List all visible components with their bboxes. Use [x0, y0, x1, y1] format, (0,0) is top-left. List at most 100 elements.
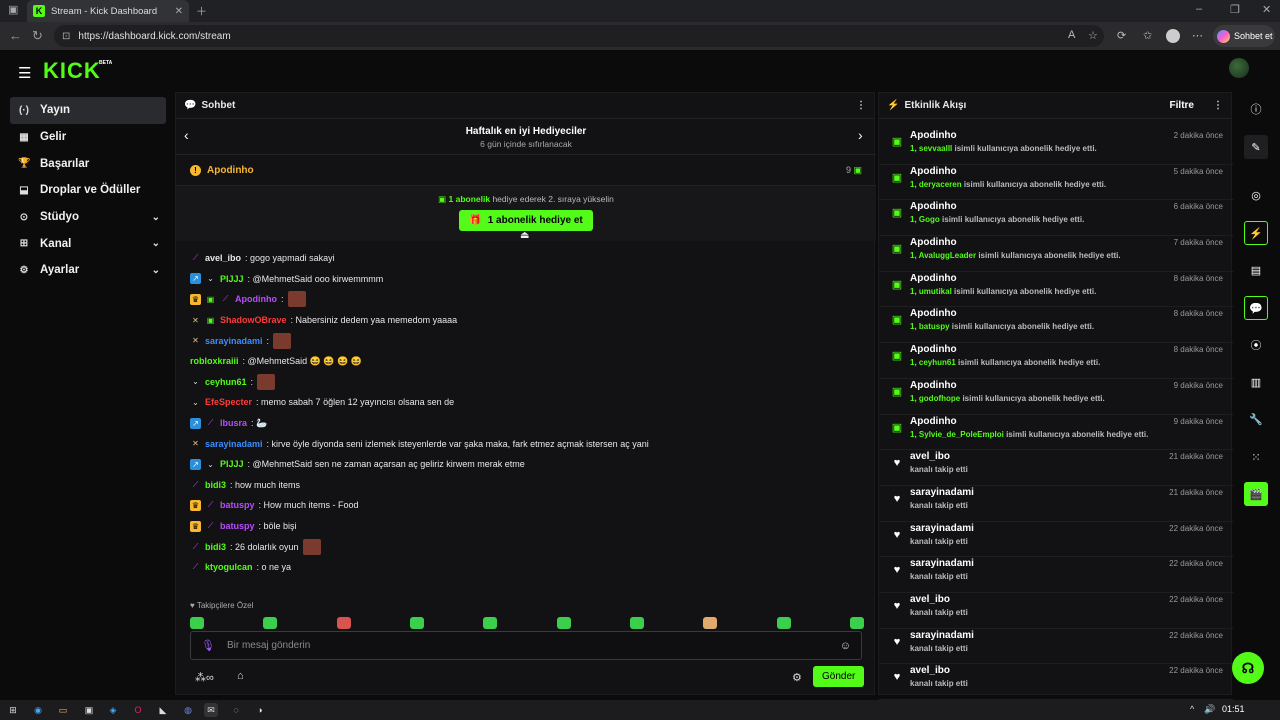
- chat-username[interactable]: lbusra: [220, 418, 247, 428]
- obs-icon[interactable]: ◌: [229, 703, 243, 717]
- emote-button[interactable]: [556, 617, 571, 629]
- close-window-icon[interactable]: ✕: [1262, 3, 1271, 16]
- activity-username[interactable]: Apodinho: [910, 130, 957, 141]
- read-aloud-icon[interactable]: A: [1068, 29, 1075, 41]
- activity-username[interactable]: avel_ibo: [910, 594, 950, 605]
- volume-icon[interactable]: 🔊: [1204, 704, 1215, 715]
- activity-username[interactable]: Apodinho: [910, 344, 957, 355]
- chat-toggle-icon[interactable]: 💬: [1244, 296, 1268, 320]
- sidebar-item-ayarlar[interactable]: ⚙ Ayarlar ⌄: [10, 257, 166, 284]
- activity-username[interactable]: Apodinho: [910, 201, 957, 212]
- activity-username[interactable]: avel_ibo: [910, 665, 950, 676]
- emote-button[interactable]: [409, 617, 424, 629]
- new-tab-icon[interactable]: ＋: [196, 3, 207, 19]
- avatar[interactable]: [1229, 58, 1249, 78]
- more-icon[interactable]: ⋯: [1192, 29, 1203, 42]
- activity-username[interactable]: Apodinho: [910, 166, 957, 177]
- windows-start-icon[interactable]: ⊞: [6, 703, 20, 717]
- url-field[interactable]: ⊡ https://dashboard.kick.com/stream: [54, 25, 1104, 47]
- chat-username[interactable]: ktyogulcan: [205, 562, 253, 572]
- emoji-icon[interactable]: ☺: [840, 640, 851, 652]
- emote-button[interactable]: [849, 617, 864, 629]
- sidebar-item-stüdyo[interactable]: ⊙ Stüdyo ⌄: [10, 204, 166, 231]
- menu-icon[interactable]: ☰: [18, 64, 31, 82]
- edit-icon[interactable]: ✎: [1244, 135, 1268, 159]
- tray-chevron-icon[interactable]: ^: [1190, 704, 1194, 714]
- copilot-button[interactable]: Sohbet et: [1213, 25, 1275, 47]
- top-gifter-name[interactable]: Apodinho: [207, 165, 254, 176]
- chat-input[interactable]: 🎙 Bir mesaj gönderin ☺: [190, 631, 862, 660]
- chat-username[interactable]: PIJJJ: [220, 459, 244, 469]
- help-headset-icon[interactable]: ☊: [1232, 652, 1264, 684]
- wrench-icon[interactable]: 🔧: [1244, 407, 1268, 431]
- chevron-down-icon[interactable]: ⌄: [152, 212, 160, 223]
- activity-username[interactable]: avel_ibo: [910, 451, 950, 462]
- chat-username[interactable]: batuspy: [220, 521, 255, 531]
- emote-button[interactable]: [263, 617, 278, 629]
- tab-actions-icon[interactable]: ▣: [8, 3, 18, 16]
- minimize-icon[interactable]: –: [1196, 3, 1202, 15]
- chat-username[interactable]: bidi3: [205, 542, 226, 552]
- chat-username[interactable]: Apodinho: [235, 294, 277, 304]
- store-app-icon[interactable]: ◈: [106, 703, 120, 717]
- clapper-icon[interactable]: 🎬: [1244, 482, 1268, 506]
- activity-bolt-icon[interactable]: ⚡: [1244, 221, 1268, 245]
- chat-username[interactable]: ShadowOBrave: [220, 315, 287, 325]
- browser-tab[interactable]: K Stream - Kick Dashboard ✕: [27, 0, 189, 22]
- activity-username[interactable]: Apodinho: [910, 416, 957, 427]
- discord-icon[interactable]: ◍: [181, 703, 195, 717]
- favorites-icon[interactable]: ✩: [1143, 29, 1152, 42]
- terminal-icon[interactable]: ▣: [82, 703, 96, 717]
- sidebar-item-yayın[interactable]: (·) Yayın: [10, 97, 166, 124]
- activity-username[interactable]: sarayinadami: [910, 558, 974, 569]
- favorite-star-icon[interactable]: ☆: [1088, 29, 1098, 42]
- layout-icon[interactable]: ▥: [1244, 370, 1268, 394]
- prev-arrow-icon[interactable]: ‹: [184, 127, 189, 143]
- activity-username[interactable]: Apodinho: [910, 273, 957, 284]
- chat-username[interactable]: EfeSpecter: [205, 397, 252, 407]
- emote-button[interactable]: [703, 617, 718, 629]
- extensions-icon[interactable]: ⟳: [1117, 29, 1126, 42]
- vscode-icon[interactable]: ◣: [156, 703, 170, 717]
- chat-settings-users-icon[interactable]: ⁂∞: [195, 671, 214, 684]
- site-info-icon[interactable]: ⊡: [62, 31, 70, 42]
- info-icon[interactable]: ⓘ: [1244, 97, 1268, 121]
- close-tab-icon[interactable]: ✕: [175, 6, 183, 17]
- sidebar-item-gelir[interactable]: ▦ Gelir: [10, 124, 166, 151]
- app-icon[interactable]: ◑: [253, 703, 267, 717]
- opera-icon[interactable]: O: [131, 703, 145, 717]
- sidebar-item-droplar[interactable]: ⬓ Droplar ve Ödüller: [10, 177, 166, 204]
- chat-username[interactable]: bidi3: [205, 480, 226, 490]
- chat-menu-icon[interactable]: ⋮: [856, 100, 866, 111]
- chat-username[interactable]: batuspy: [220, 500, 255, 510]
- mic-icon[interactable]: 🎙: [201, 639, 215, 652]
- activity-username[interactable]: sarayinadami: [910, 630, 974, 641]
- profile-icon[interactable]: [1166, 29, 1180, 43]
- edge-icon[interactable]: ◉: [31, 703, 45, 717]
- steam-icon[interactable]: ✉: [204, 703, 218, 717]
- sidebar-item-kanal[interactable]: ⊞ Kanal ⌄: [10, 230, 166, 257]
- gift-sub-button[interactable]: 🎁 1 abonelik hediye et: [459, 210, 593, 231]
- broadcast-rail-icon[interactable]: ⦿: [1244, 333, 1268, 357]
- chat-username[interactable]: robloxkraiii: [190, 356, 239, 366]
- camera-icon[interactable]: ◎: [1244, 183, 1268, 207]
- emote-button[interactable]: [190, 617, 204, 629]
- chat-username[interactable]: PIJJJ: [220, 274, 244, 284]
- send-button[interactable]: Gönder: [813, 666, 865, 687]
- activity-username[interactable]: sarayinadami: [910, 523, 974, 534]
- store-icon[interactable]: ⌂: [237, 670, 244, 682]
- emote-button[interactable]: [629, 617, 644, 629]
- activity-username[interactable]: Apodinho: [910, 308, 957, 319]
- chat-username[interactable]: sarayinadami: [205, 336, 263, 346]
- next-arrow-icon[interactable]: ›: [858, 127, 863, 143]
- chat-username[interactable]: ceyhun61: [205, 377, 247, 387]
- chevron-down-icon[interactable]: ⌄: [152, 265, 160, 276]
- activity-menu-icon[interactable]: ⋮: [1213, 100, 1223, 111]
- filter-button[interactable]: Filtre: [1170, 100, 1194, 111]
- collapse-icon[interactable]: ⏏: [520, 230, 529, 241]
- sidebar-item-başarılar[interactable]: 🏆 Başarılar: [10, 150, 166, 177]
- refresh-icon[interactable]: ↻: [32, 28, 43, 44]
- emote-button[interactable]: [336, 617, 351, 629]
- activity-username[interactable]: Apodinho: [910, 237, 957, 248]
- apps-icon[interactable]: ⁙: [1244, 445, 1268, 469]
